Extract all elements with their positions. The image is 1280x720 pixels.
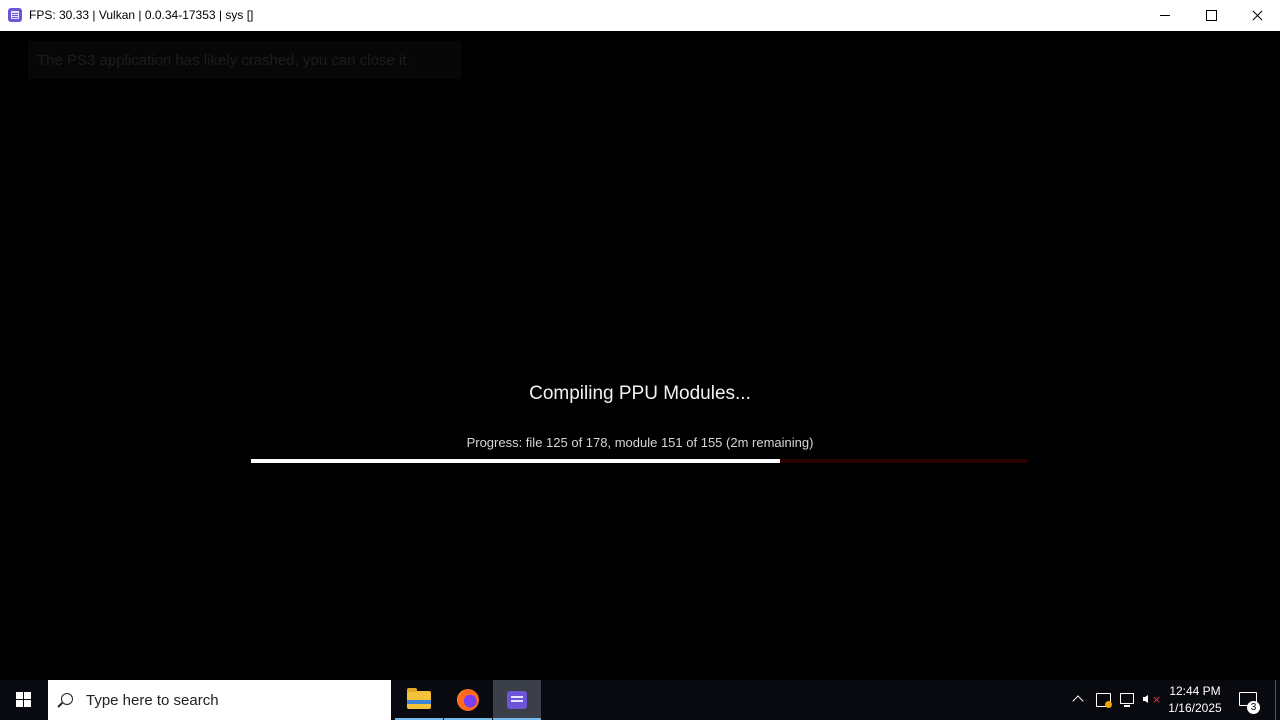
taskbar: 12:44 PM 1/16/2025 3 bbox=[0, 680, 1280, 720]
folder-icon bbox=[407, 688, 431, 709]
progress-text: Progress: file 125 of 178, module 151 of… bbox=[466, 435, 814, 450]
network-icon[interactable] bbox=[1118, 680, 1136, 720]
game-viewport: The PS3 application has likely crashed, … bbox=[0, 31, 1280, 680]
notification-count: 3 bbox=[1247, 701, 1260, 714]
show-hidden-icons-chevron-icon[interactable] bbox=[1070, 680, 1088, 720]
taskbar-search[interactable] bbox=[48, 680, 391, 720]
taskbar-app-firefox[interactable] bbox=[444, 680, 492, 720]
window-title: FPS: 30.33 | Vulkan | 0.0.34-17353 | sys… bbox=[29, 8, 254, 22]
start-button[interactable] bbox=[0, 680, 48, 720]
maximize-button[interactable] bbox=[1188, 0, 1234, 31]
compile-title: Compiling PPU Modules... bbox=[529, 383, 751, 404]
defender-warning-icon[interactable] bbox=[1094, 680, 1112, 720]
show-desktop-button[interactable] bbox=[1275, 680, 1280, 720]
taskbar-app-file-explorer[interactable] bbox=[395, 680, 443, 720]
firefox-icon bbox=[457, 689, 479, 711]
clock[interactable]: 12:44 PM 1/16/2025 bbox=[1162, 683, 1228, 717]
rpcs3-icon bbox=[8, 8, 22, 22]
progress-fill bbox=[251, 459, 781, 463]
windows-logo-icon bbox=[16, 692, 32, 708]
crash-notification: The PS3 application has likely crashed, … bbox=[28, 41, 461, 79]
clock-time: 12:44 PM bbox=[1169, 684, 1221, 698]
taskbar-app-rpcs3[interactable] bbox=[493, 680, 541, 720]
volume-muted-icon[interactable] bbox=[1141, 680, 1161, 720]
crash-message: The PS3 application has likely crashed, … bbox=[37, 52, 411, 69]
title-bar: FPS: 30.33 | Vulkan | 0.0.34-17353 | sys… bbox=[0, 0, 1280, 31]
search-icon bbox=[61, 693, 73, 705]
clock-date: 1/16/2025 bbox=[1168, 701, 1222, 715]
search-input[interactable] bbox=[86, 690, 376, 710]
minimize-button[interactable] bbox=[1142, 0, 1188, 31]
progress-bar bbox=[251, 459, 1027, 463]
action-center-button[interactable]: 3 bbox=[1236, 680, 1264, 720]
close-button[interactable] bbox=[1234, 0, 1280, 31]
rpcs3-icon bbox=[507, 691, 527, 709]
